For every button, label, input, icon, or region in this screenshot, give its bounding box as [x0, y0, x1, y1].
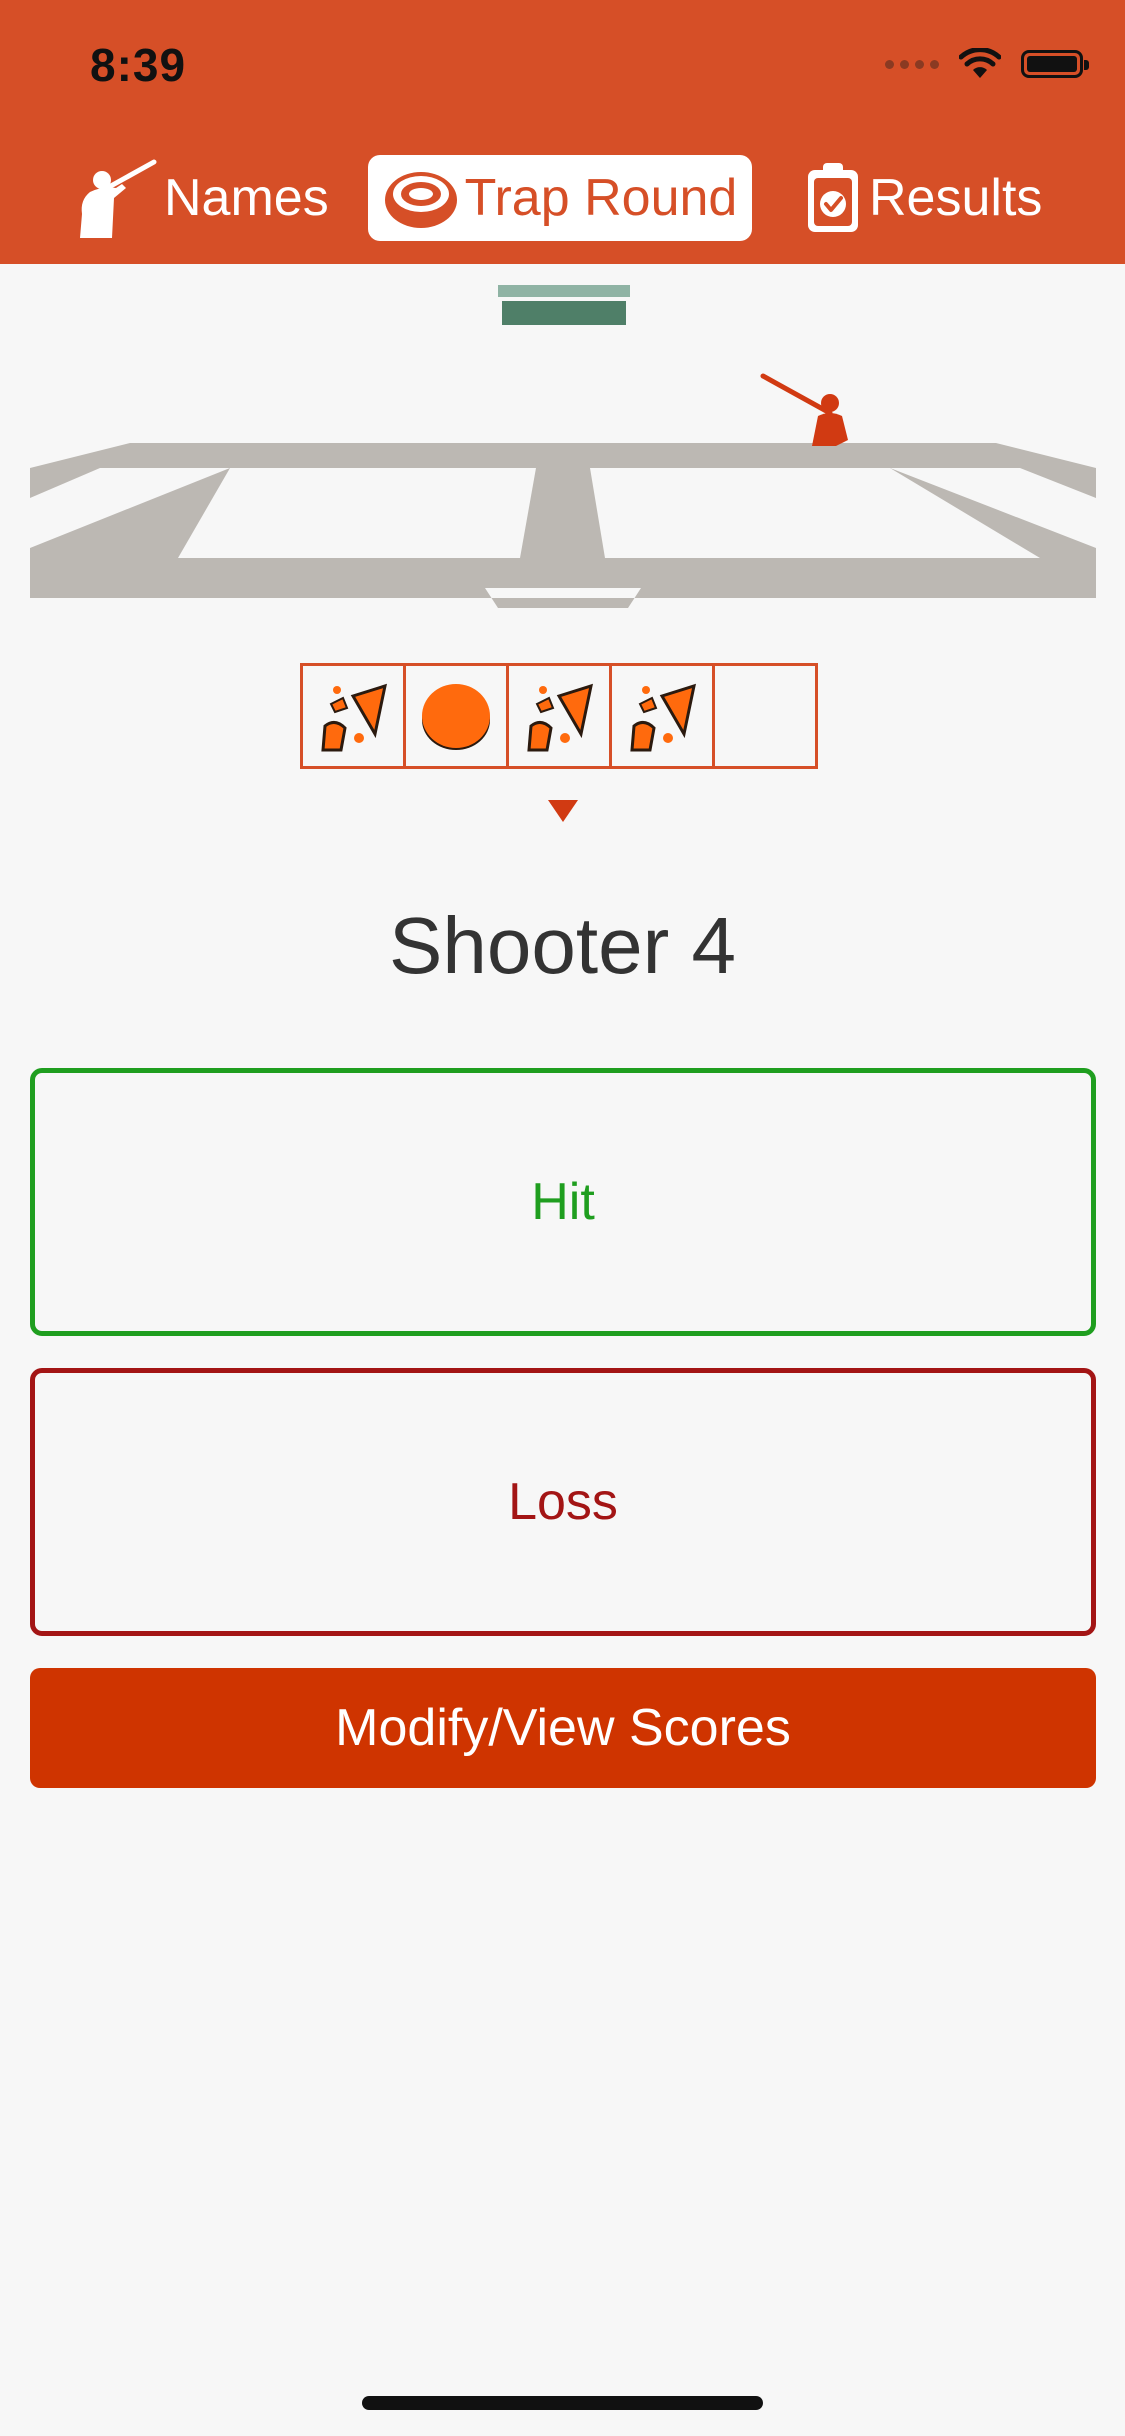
score-box-empty[interactable]: [712, 663, 818, 769]
current-shooter-label: Shooter 4: [389, 901, 736, 990]
shooter-icon: [72, 158, 158, 238]
clipboard-check-icon: [803, 160, 863, 236]
broken-clay-icon: [630, 683, 696, 752]
trap-house-icon: [498, 285, 630, 325]
wifi-icon: [959, 48, 1001, 78]
score-box[interactable]: [300, 663, 406, 769]
modify-view-scores-button[interactable]: Modify/View Scores: [30, 1668, 1096, 1788]
current-position-pointer-icon: [548, 800, 578, 822]
home-indicator[interactable]: [362, 2396, 763, 2410]
status-time: 8:39: [90, 39, 187, 91]
tab-bar: Names Trap Round Results: [0, 155, 1125, 243]
header-bar: 8:39 Names Trap Round Results: [0, 0, 1125, 264]
battery-icon: [1021, 50, 1089, 78]
tab-trap-round-label: Trap Round: [464, 169, 738, 227]
score-box[interactable]: [403, 663, 509, 769]
broken-clay-icon: [527, 683, 593, 752]
tab-names-label: Names: [164, 169, 329, 227]
broken-clay-icon: [321, 683, 387, 752]
loss-button[interactable]: Loss: [30, 1368, 1096, 1636]
clay-target-icon: [383, 166, 459, 230]
trap-field: [30, 373, 1096, 608]
trap-round-screen: 8:39 Names Trap Round Results Shooter 4 …: [0, 0, 1125, 2436]
cellular-signal-icon: [885, 59, 939, 69]
hit-button[interactable]: Hit: [30, 1068, 1096, 1336]
score-box[interactable]: [506, 663, 612, 769]
tab-names[interactable]: Names: [72, 155, 329, 241]
score-row: [300, 663, 818, 769]
tab-results[interactable]: Results: [803, 155, 1042, 241]
tab-results-label: Results: [869, 169, 1043, 227]
score-box[interactable]: [609, 663, 715, 769]
status-icons: [885, 48, 1089, 80]
whole-clay-icon: [422, 684, 490, 750]
tab-trap-round[interactable]: Trap Round: [368, 155, 752, 241]
shooter-marker-icon: [760, 373, 848, 446]
